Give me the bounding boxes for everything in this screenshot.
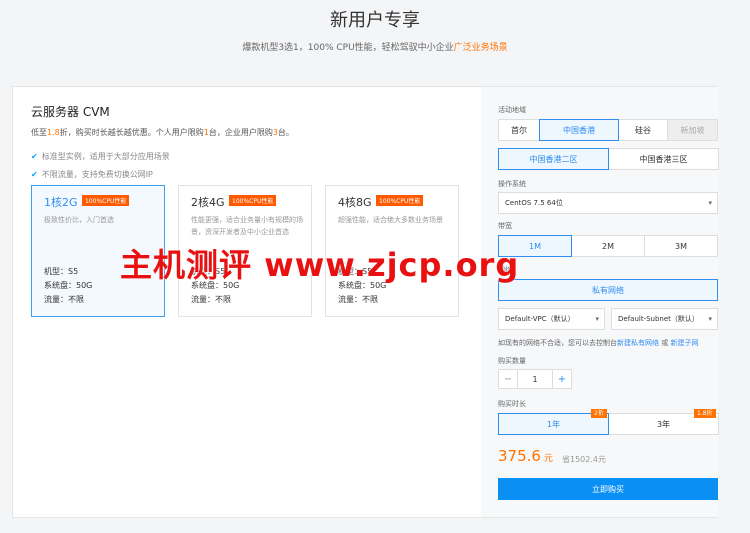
os-select[interactable]: CentOS 7.5 64位 ▾ <box>498 192 718 214</box>
os-value: CentOS 7.5 64位 <box>505 199 563 207</box>
region-label: 活动地域 <box>498 106 526 114</box>
hero-subtitle: 爆款机型3选1，100% CPU性能，轻松驾驭中小企业广泛业务场景 <box>0 40 750 53</box>
price-value: 375.6 <box>498 447 541 465</box>
quantity-label: 购买数量 <box>498 357 526 365</box>
hint-text: 如现有的网络不合适，您可以去控制台 <box>498 339 617 347</box>
spec-traffic: 流量：不限 <box>338 295 378 304</box>
desc-text: 低至 <box>31 128 47 137</box>
region-seoul[interactable]: 首尔 <box>498 119 540 141</box>
feature-1: ✔ 标准型实例，适用于大部分应用场景 <box>31 151 170 162</box>
region-hongkong[interactable]: 中国香港 <box>539 119 619 141</box>
spec-disk: 系统盘：50G <box>44 281 93 290</box>
spec-desc: 极致性价比，入门首选 <box>44 216 114 224</box>
desc-text: 折，购买时长越长越优惠。个人用户限购 <box>59 128 204 137</box>
chevron-down-icon: ▾ <box>595 315 599 323</box>
savings: 省1502.4元 <box>562 455 606 464</box>
price-unit: 元 <box>540 454 553 464</box>
spec-name: 4核8G <box>338 196 372 209</box>
bandwidth-selector: 1M 2M 3M <box>498 235 718 257</box>
chevron-down-icon: ▾ <box>708 199 712 207</box>
spec-traffic: 流量：不限 <box>44 295 84 304</box>
bandwidth-label: 带宽 <box>498 222 512 230</box>
offer-card: 云服务器 CVM 低至1.8折，购买时长越长越优惠。个人用户限购1台，企业用户限… <box>12 86 719 518</box>
quantity-input[interactable]: 1 <box>518 369 552 389</box>
product-panel: 云服务器 CVM 低至1.8折，购买时长越长越优惠。个人用户限购1台，企业用户限… <box>13 87 481 517</box>
hint-or: 或 <box>661 339 669 347</box>
discount-badge-1y: 2折 <box>591 409 607 418</box>
spec-name: 2核4G <box>191 196 225 209</box>
desc-text: 台。 <box>277 128 294 137</box>
zone-selector: 中国香港二区 中国香港三区 <box>498 148 719 170</box>
price: 375.6 元 <box>498 447 553 465</box>
region-singapore[interactable]: 新加坡 <box>667 119 718 141</box>
watermark: 主机测评 www.zjcp.org <box>120 246 520 284</box>
duration-selector: 1年 3年 <box>498 413 719 435</box>
zone-hk-2[interactable]: 中国香港二区 <box>498 148 609 170</box>
product-title: 云服务器 CVM <box>31 105 110 119</box>
new-subnet-link[interactable]: 新建子网 <box>670 339 698 347</box>
subtitle-highlight: 广泛业务场景 <box>453 43 508 53</box>
region-siliconvalley[interactable]: 硅谷 <box>618 119 668 141</box>
desc-highlight: 1.8 <box>47 128 60 137</box>
desc-text: 台，企业用户限购 <box>208 128 273 137</box>
product-desc: 低至1.8折，购买时长越长越优惠。个人用户限购1台，企业用户限购3台。 <box>31 127 294 138</box>
cpu-badge: 100%CPU性能 <box>82 195 130 206</box>
vpc-value: Default-VPC（默认） <box>505 315 575 323</box>
spec-desc: 性能更强，适合业务量小有规模的场景，资深开发者及中小企业首选 <box>191 216 303 236</box>
network-hint: 如现有的网络不合适，您可以去控制台新建私有网络 或 新建子网 <box>498 338 698 348</box>
minus-button[interactable]: − <box>498 369 518 389</box>
private-network-button[interactable]: 私有网络 <box>498 279 718 301</box>
discount-badge-3y: 1.8折 <box>694 409 716 418</box>
check-icon: ✔ <box>31 170 38 179</box>
region-selector: 首尔 中国香港 硅谷 新加坡 <box>498 119 718 141</box>
chevron-down-icon: ▾ <box>708 315 712 323</box>
new-vpc-link[interactable]: 新建私有网络 <box>617 339 659 347</box>
bandwidth-2m[interactable]: 2M <box>571 235 645 257</box>
subnet-value: Default-Subnet（默认） <box>618 315 699 323</box>
cpu-badge: 100%CPU性能 <box>376 195 424 206</box>
buy-now-button[interactable]: 立即购买 <box>498 478 718 500</box>
subtitle-text: 爆款机型3选1，100% CPU性能，轻松驾驭中小企业 <box>242 43 454 53</box>
duration-label: 购买时长 <box>498 400 526 408</box>
feature-text: 标准型实例，适用于大部分应用场景 <box>41 152 170 161</box>
spec-traffic: 流量：不限 <box>191 295 231 304</box>
zone-hk-3[interactable]: 中国香港三区 <box>608 148 719 170</box>
os-label: 操作系统 <box>498 180 526 188</box>
spec-name: 1核2G <box>44 196 78 209</box>
vpc-select[interactable]: Default-VPC（默认） ▾ <box>498 308 605 330</box>
feature-2: ✔ 不限流量，支持免费切换公网IP <box>31 169 153 180</box>
spec-model: 机型：S5 <box>44 267 79 276</box>
feature-text: 不限流量，支持免费切换公网IP <box>41 170 153 179</box>
hero-title: 新用户专享 <box>330 10 420 31</box>
check-icon: ✔ <box>31 152 38 161</box>
config-panel: 活动地域 首尔 中国香港 硅谷 新加坡 中国香港二区 中国香港三区 操作系统 C… <box>481 87 719 517</box>
cpu-badge: 100%CPU性能 <box>229 195 277 206</box>
bandwidth-3m[interactable]: 3M <box>644 235 718 257</box>
spec-desc: 超强性能，适合绝大多数业务场景 <box>338 216 443 224</box>
quantity-stepper: − 1 + <box>498 369 572 389</box>
subnet-select[interactable]: Default-Subnet（默认） ▾ <box>611 308 718 330</box>
plus-button[interactable]: + <box>552 369 572 389</box>
